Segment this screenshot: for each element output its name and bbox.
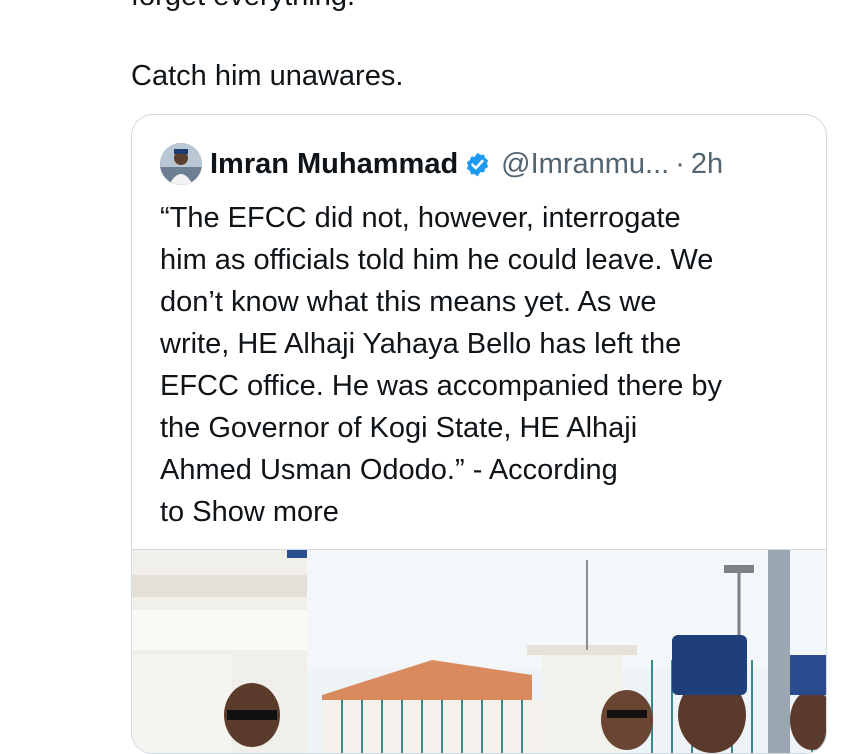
tweet-text: Catch him unawares. <box>131 60 404 92</box>
user-avatar-icon[interactable] <box>160 143 202 185</box>
quoted-tweet-photo[interactable] <box>132 549 826 753</box>
verified-badge-icon <box>467 152 489 176</box>
quoted-body-line: the Governor of Kogi State, HE Alhaji <box>160 412 638 444</box>
quoted-body-last-line: to Show more <box>160 491 722 533</box>
quoted-body-line: him as officials told him he could leave… <box>160 244 714 276</box>
quoted-tweet-card[interactable]: Imran Muhammad @Imranmu... · 2h “The EFC… <box>131 114 827 754</box>
quoted-display-name[interactable]: Imran Muhammad <box>210 148 458 181</box>
quoted-body-line: write, HE Alhaji Yahaya Bello has left t… <box>160 328 682 360</box>
quoted-tweet-header: Imran Muhammad @Imranmu... · 2h <box>160 142 723 186</box>
quoted-body-line: Ahmed Usman Ododo.” - According <box>160 454 618 486</box>
tweet-text-clipped-line: forget everything. <box>131 0 355 14</box>
quoted-body-line: don’t know what this means yet. As we <box>160 286 657 318</box>
show-more-link[interactable]: Show more <box>192 496 339 528</box>
quoted-body-line: EFCC office. He was accompanied there by <box>160 370 723 402</box>
quoted-tweet-body: “The EFCC did not, however, interrogate … <box>160 197 722 533</box>
quoted-body-line-prefix: to <box>160 496 185 528</box>
dot-separator: · <box>675 147 685 180</box>
quoted-timestamp[interactable]: 2h <box>691 148 723 181</box>
quoted-handle[interactable]: @Imranmu... <box>501 148 669 181</box>
quoted-body-line: “The EFCC did not, however, interrogate <box>160 202 681 234</box>
